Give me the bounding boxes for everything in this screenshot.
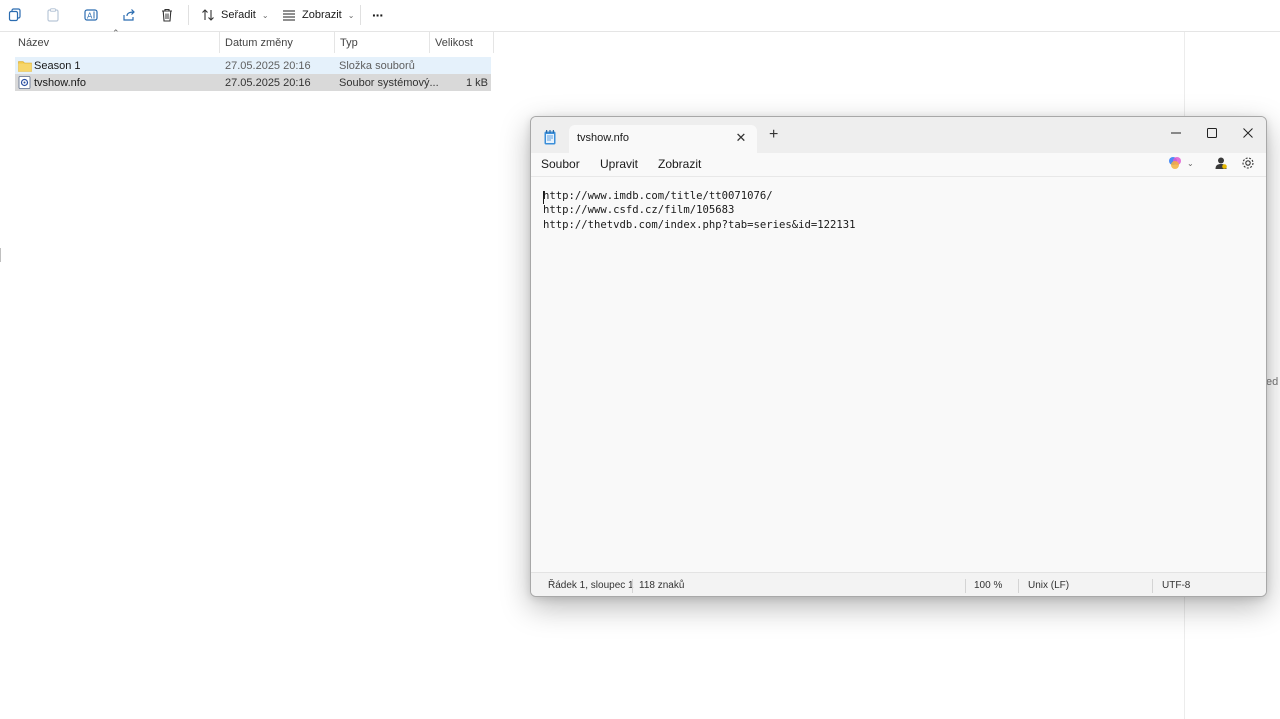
- user-icon: [1215, 157, 1227, 169]
- line-ending[interactable]: Unix (LF): [1028, 580, 1069, 591]
- chevron-down-icon: ⌄: [261, 10, 269, 20]
- sort-label: Seřadit: [221, 9, 256, 21]
- paste-icon: [47, 8, 59, 22]
- delete-button[interactable]: [160, 4, 174, 26]
- status-divider: [632, 579, 633, 593]
- file-size: 1 kB: [465, 76, 488, 89]
- rename-icon: A: [84, 9, 98, 21]
- system-file-icon: [18, 74, 31, 91]
- column-header-size[interactable]: Velikost: [435, 32, 473, 53]
- account-button[interactable]: [1214, 156, 1228, 173]
- maximize-button[interactable]: [1198, 121, 1226, 145]
- menu-view[interactable]: Zobrazit: [658, 157, 701, 171]
- text-line: http://thetvdb.com/index.php?tab=series&…: [543, 219, 856, 231]
- column-header-date[interactable]: Datum změny: [225, 32, 293, 53]
- cursor-position: Řádek 1, sloupec 1: [548, 580, 634, 591]
- minimize-icon: [1171, 132, 1181, 134]
- status-divider: [965, 579, 966, 593]
- new-tab-button[interactable]: +: [769, 127, 778, 143]
- paste-button[interactable]: [46, 4, 60, 26]
- zoom-level[interactable]: 100 %: [974, 580, 1002, 591]
- copilot-button[interactable]: ⌄: [1168, 156, 1194, 170]
- file-size: [435, 57, 488, 74]
- sort-ascending-icon: ⌃: [112, 28, 120, 38]
- notepad-statusbar: Řádek 1, sloupec 1 118 znaků 100 % Unix …: [531, 572, 1266, 596]
- explorer-command-bar: A Seřadit ⌄ Zobrazit ⌄ ···: [0, 0, 1280, 32]
- encoding[interactable]: UTF-8: [1162, 580, 1190, 591]
- column-header-type[interactable]: Typ: [340, 32, 358, 53]
- trash-icon: [162, 8, 172, 22]
- toolbar-divider: [188, 5, 189, 25]
- status-divider: [1018, 579, 1019, 593]
- share-icon: [123, 9, 135, 21]
- copy-icon: [8, 8, 21, 22]
- nav-pane-edge[interactable]: [0, 248, 1, 262]
- file-type: Soubor systémový...: [339, 76, 439, 89]
- minimize-button[interactable]: [1162, 121, 1190, 145]
- text-line: http://www.csfd.cz/film/105683: [543, 204, 735, 216]
- view-icon: [283, 10, 295, 21]
- settings-button[interactable]: [1241, 156, 1255, 173]
- view-button[interactable]: Zobrazit ⌄: [282, 4, 354, 26]
- column-header-name[interactable]: Název: [18, 32, 49, 53]
- file-date: 27.05.2025 20:16: [225, 59, 311, 72]
- file-type: Složka souborů: [339, 59, 415, 72]
- notepad-titlebar[interactable]: tvshow.nfo ✕ +: [531, 117, 1266, 153]
- file-date: 27.05.2025 20:16: [225, 76, 311, 89]
- gear-icon: [1242, 157, 1254, 169]
- file-name: tvshow.nfo: [34, 76, 86, 89]
- tab-title: tvshow.nfo: [577, 132, 629, 144]
- close-tab-icon[interactable]: ✕: [733, 130, 749, 146]
- folder-icon: [18, 57, 32, 74]
- toolbar-divider: [360, 5, 361, 25]
- notepad-menubar: Soubor Upravit Zobrazit ⌄: [531, 153, 1266, 177]
- chevron-down-icon: ⌄: [347, 10, 355, 20]
- rename-button[interactable]: A: [84, 4, 98, 26]
- chevron-down-icon: ⌄: [1187, 158, 1194, 168]
- sort-icon: [202, 9, 214, 21]
- menu-file[interactable]: Soubor: [541, 157, 580, 171]
- close-window-button[interactable]: [1234, 121, 1262, 145]
- copy-button[interactable]: [8, 4, 22, 26]
- column-divider[interactable]: [493, 32, 494, 53]
- copilot-icon: [1169, 157, 1181, 169]
- details-pane-text: ed r: [1266, 376, 1280, 388]
- file-row-tvshow-nfo[interactable]: tvshow.nfo 27.05.2025 20:16 Soubor systé…: [15, 74, 491, 91]
- notepad-app-icon: [544, 130, 556, 148]
- notepad-window: tvshow.nfo ✕ + Soubor Upravit Zobrazit ⌄: [530, 116, 1267, 597]
- menu-edit[interactable]: Upravit: [600, 157, 638, 171]
- column-divider[interactable]: [334, 32, 335, 53]
- column-divider[interactable]: [219, 32, 220, 53]
- status-divider: [1152, 579, 1153, 593]
- svg-text:A: A: [87, 12, 93, 21]
- more-icon: ···: [372, 7, 384, 23]
- file-row-season-1[interactable]: Season 1 27.05.2025 20:16 Složka souborů: [15, 57, 491, 74]
- maximize-icon: [1207, 128, 1217, 138]
- column-divider[interactable]: [429, 32, 430, 53]
- view-label: Zobrazit: [302, 9, 342, 21]
- character-count: 118 znaků: [639, 580, 685, 591]
- share-button[interactable]: [122, 4, 136, 26]
- text-line: http://www.imdb.com/title/tt0071076/: [543, 190, 773, 202]
- tab-tvshow-nfo[interactable]: tvshow.nfo ✕: [569, 125, 757, 153]
- more-options-button[interactable]: ···: [372, 4, 384, 26]
- text-editor-area[interactable]: http://www.imdb.com/title/tt0071076/ htt…: [531, 178, 1266, 571]
- close-icon: [1243, 128, 1253, 138]
- file-name: Season 1: [34, 59, 81, 72]
- sort-button[interactable]: Seřadit ⌄: [201, 4, 269, 26]
